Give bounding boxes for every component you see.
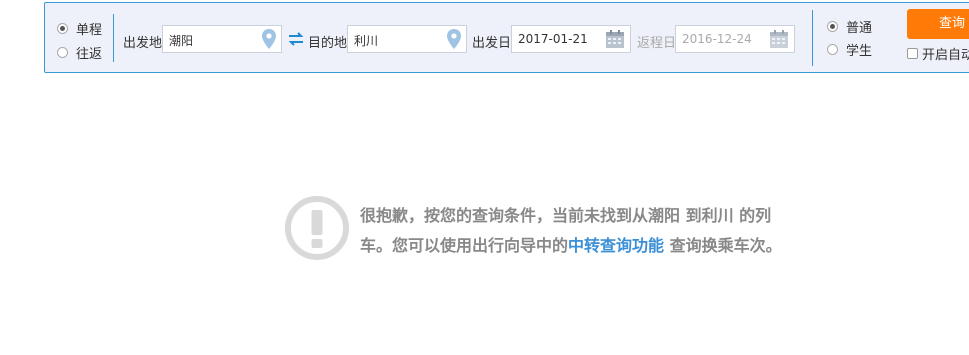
calendar-icon[interactable]: [769, 29, 789, 53]
return-date-label: 返程日: [637, 36, 677, 51]
normal-label: 普通: [846, 21, 873, 36]
depart-date-label: 出发日: [472, 36, 512, 51]
divider: [113, 14, 114, 62]
no-result-message: 很抱歉，按您的查询条件，当前未找到从潮阳 到利川 的列车。您可以使用出行向导中的…: [360, 201, 800, 261]
from-value: 潮阳: [169, 34, 194, 48]
divider: [812, 10, 813, 66]
return-date-value: 2016-12-24: [682, 32, 752, 46]
trip-type-one-way[interactable]: 单程: [57, 19, 102, 38]
passenger-type-student[interactable]: 学生: [827, 40, 872, 59]
passenger-type-normal[interactable]: 普通: [827, 17, 872, 36]
to-label: 目的地: [308, 36, 348, 51]
radio-student[interactable]: [827, 44, 838, 55]
calendar-icon[interactable]: [605, 29, 625, 53]
query-button[interactable]: 查询: [907, 9, 969, 39]
student-label: 学生: [846, 44, 873, 59]
radio-normal[interactable]: [827, 21, 838, 32]
auto-query-label: 开启自动: [922, 48, 969, 63]
auto-query-option[interactable]: 开启自动: [907, 44, 969, 63]
location-pin-icon[interactable]: [447, 29, 461, 53]
from-field[interactable]: 潮阳: [162, 25, 282, 53]
message-text-2: 查询换乘车次。: [664, 236, 782, 255]
transfer-query-link[interactable]: 中转查询功能: [568, 236, 664, 255]
radio-one-way[interactable]: [57, 23, 68, 34]
swap-icon[interactable]: [288, 32, 304, 50]
auto-query-checkbox[interactable]: [907, 48, 918, 59]
from-label: 出发地: [123, 36, 163, 51]
return-date-field[interactable]: 2016-12-24: [675, 25, 795, 53]
radio-round-trip[interactable]: [57, 47, 68, 58]
to-value: 利川: [354, 34, 379, 48]
round-trip-label: 往返: [76, 47, 103, 62]
location-pin-icon[interactable]: [262, 29, 276, 53]
depart-date-field[interactable]: 2017-01-21: [511, 25, 631, 53]
one-way-label: 单程: [76, 23, 103, 38]
depart-date-value: 2017-01-21: [518, 32, 588, 46]
to-field[interactable]: 利川: [347, 25, 467, 53]
trip-type-round-trip[interactable]: 往返: [57, 43, 102, 62]
exclamation-icon: [284, 195, 350, 265]
